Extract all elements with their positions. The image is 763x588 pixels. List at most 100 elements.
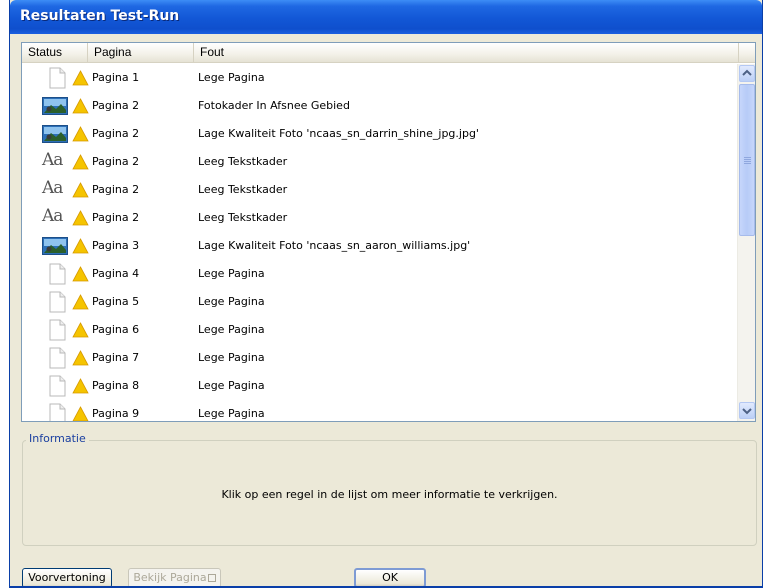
information-group: Informatie Klik op een regel in de lijst… <box>22 432 757 546</box>
column-header-pagina[interactable]: Pagina <box>88 43 194 63</box>
scroll-thumb[interactable] <box>739 84 755 236</box>
table-row[interactable]: Pagina 2 Fotokader In Afsnee Gebied <box>22 92 735 120</box>
table-row[interactable]: Pagina 5 Lege Pagina <box>22 288 735 316</box>
page-icon <box>49 263 66 285</box>
status-cell <box>32 235 89 257</box>
pagina-cell: Pagina 3 <box>92 239 140 252</box>
information-legend: Informatie <box>26 432 89 445</box>
pagina-cell: Pagina 2 <box>92 183 140 196</box>
table-row[interactable]: Pagina 4 Lege Pagina <box>22 260 735 288</box>
text-icon: Aa <box>42 178 63 198</box>
view-page-label: Bekijk Pagina <box>133 571 207 584</box>
pagina-cell: Pagina 7 <box>92 351 140 364</box>
view-page-button[interactable]: Bekijk Pagina <box>128 568 221 588</box>
photo-icon <box>42 237 68 255</box>
information-text: Klik op een regel in de lijst om meer in… <box>221 488 558 501</box>
warning-icon <box>72 154 89 170</box>
pagina-cell: Pagina 2 <box>92 155 140 168</box>
photo-icon <box>42 97 68 115</box>
preview-button[interactable]: Voorvertoning <box>22 568 112 588</box>
pagina-cell: Pagina 8 <box>92 379 140 392</box>
fout-cell: Lege Pagina <box>198 407 265 420</box>
pagina-cell: Pagina 9 <box>92 407 140 420</box>
table-row[interactable]: Pagina 6 Lege Pagina <box>22 316 735 344</box>
warning-icon <box>72 210 89 226</box>
table-row[interactable]: Pagina 7 Lege Pagina <box>22 344 735 372</box>
page-icon <box>49 319 66 341</box>
fout-cell: Lage Kwaliteit Foto 'ncaas_sn_darrin_shi… <box>198 127 479 140</box>
table-row[interactable]: Pagina 3 Lage Kwaliteit Foto 'ncaas_sn_aa… <box>22 232 735 260</box>
list-header: Status Pagina Fout <box>22 43 755 63</box>
status-cell <box>32 263 89 285</box>
status-cell <box>32 375 89 397</box>
checkbox-icon <box>207 574 216 582</box>
fout-cell: Lage Kwaliteit Foto 'ncaas_sn_aaron_will… <box>198 239 471 252</box>
title-bar[interactable]: Resultaten Test-Run <box>10 0 762 34</box>
status-cell <box>32 347 89 369</box>
fout-cell: Leeg Tekstkader <box>198 155 288 168</box>
list-rows: Pagina 1 Lege Pagina Pagina 2 Fotokader In … <box>22 64 735 421</box>
vertical-scrollbar[interactable] <box>737 64 755 421</box>
warning-icon <box>72 350 89 366</box>
warning-icon <box>72 406 89 421</box>
column-header-status[interactable]: Status <box>22 43 88 63</box>
chevron-down-icon <box>742 408 752 415</box>
warning-icon <box>72 182 89 198</box>
table-row[interactable]: Aa Pagina 2 Leeg Tekstkader <box>22 176 735 204</box>
status-cell <box>32 95 89 117</box>
column-header-fout[interactable]: Fout <box>194 43 739 63</box>
fout-cell: Lege Pagina <box>198 351 265 364</box>
chevron-up-icon <box>742 69 752 76</box>
page-icon <box>49 403 66 421</box>
photo-icon <box>42 125 68 143</box>
text-icon: Aa <box>42 206 63 226</box>
status-cell <box>32 403 89 421</box>
scroll-down-button[interactable] <box>739 402 755 419</box>
fout-cell: Lege Pagina <box>198 295 265 308</box>
status-cell <box>32 291 89 313</box>
text-icon: Aa <box>42 150 63 170</box>
warning-icon <box>72 266 89 282</box>
status-cell <box>32 67 89 89</box>
fout-cell: Lege Pagina <box>198 379 265 392</box>
pagina-cell: Pagina 5 <box>92 295 140 308</box>
page-icon <box>49 347 66 369</box>
warning-icon <box>72 238 89 254</box>
page-icon <box>49 67 66 89</box>
warning-icon <box>72 126 89 142</box>
status-cell <box>32 319 89 341</box>
table-row[interactable]: Pagina 8 Lege Pagina <box>22 372 735 400</box>
page-icon <box>49 375 66 397</box>
pagina-cell: Pagina 2 <box>92 127 140 140</box>
pagina-cell: Pagina 4 <box>92 267 140 280</box>
fout-cell: Lege Pagina <box>198 71 265 84</box>
pagina-cell: Pagina 2 <box>92 99 140 112</box>
warning-icon <box>72 378 89 394</box>
scroll-up-button[interactable] <box>739 65 755 82</box>
warning-icon <box>72 98 89 114</box>
fout-cell: Leeg Tekstkader <box>198 183 288 196</box>
warning-icon <box>72 70 89 86</box>
warning-icon <box>72 322 89 338</box>
table-row[interactable]: Pagina 9 Lege Pagina <box>22 400 735 421</box>
ok-button[interactable]: OK <box>354 568 426 588</box>
warning-icon <box>72 294 89 310</box>
fout-cell: Fotokader In Afsnee Gebied <box>198 99 350 112</box>
dialog-window: Resultaten Test-Run Status Pagina Fout P… <box>9 0 763 588</box>
fout-cell: Leeg Tekstkader <box>198 211 288 224</box>
status-cell <box>32 123 89 145</box>
table-row[interactable]: Aa Pagina 2 Leeg Tekstkader <box>22 148 735 176</box>
table-row[interactable]: Aa Pagina 2 Leeg Tekstkader <box>22 204 735 232</box>
pagina-cell: Pagina 2 <box>92 211 140 224</box>
page-icon <box>49 291 66 313</box>
pagina-cell: Pagina 6 <box>92 323 140 336</box>
status-cell: Aa <box>32 206 89 229</box>
fout-cell: Lege Pagina <box>198 267 265 280</box>
pagina-cell: Pagina 1 <box>92 71 140 84</box>
table-row[interactable]: Pagina 2 Lage Kwaliteit Foto 'ncaas_sn_da… <box>22 120 735 148</box>
results-list: Status Pagina Fout Pagina 1 Lege Pagina Pa… <box>21 42 756 422</box>
fout-cell: Lege Pagina <box>198 323 265 336</box>
status-cell: Aa <box>32 178 89 201</box>
table-row[interactable]: Pagina 1 Lege Pagina <box>22 64 735 92</box>
window-title: Resultaten Test-Run <box>20 8 180 24</box>
